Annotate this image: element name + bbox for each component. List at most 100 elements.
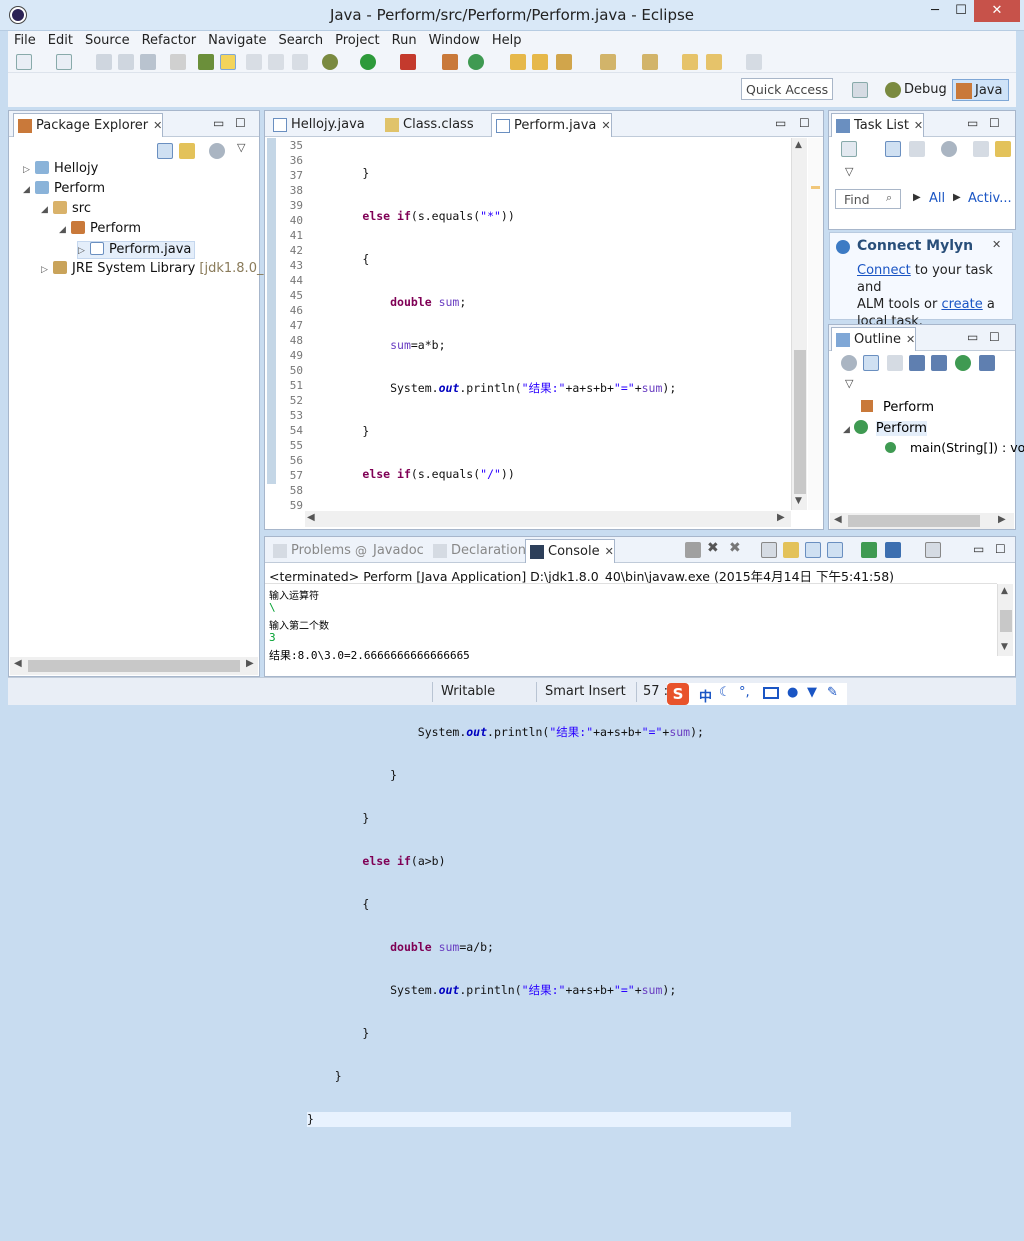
minimize-view-icon[interactable]: ▭	[775, 116, 786, 130]
next-annotation-icon[interactable]	[600, 54, 616, 70]
run-external-tools-icon[interactable]	[400, 54, 416, 70]
run-icon[interactable]	[360, 54, 376, 70]
block-selection-icon[interactable]	[268, 54, 284, 70]
tools-icon[interactable]: ✎	[827, 685, 838, 700]
tree-item-jre[interactable]: ▷ JRE System Library [jdk1.8.0_40	[41, 261, 280, 279]
skin-icon[interactable]: ▼	[807, 685, 817, 700]
tree-item-hellojy[interactable]: ▷ Hellojy	[23, 161, 98, 179]
close-icon[interactable]: ✕	[601, 119, 610, 132]
outline-item-package[interactable]: Perform	[861, 400, 934, 415]
outline-item-main[interactable]: main(String[]) : vo	[885, 440, 1024, 455]
scroll-down-icon[interactable]: ▼	[795, 496, 802, 506]
back-icon[interactable]	[706, 54, 722, 70]
java-perspective-button[interactable]: Java	[952, 79, 1010, 101]
scroll-left-icon[interactable]: ◀	[14, 658, 22, 669]
maximize-button[interactable]: ☐	[948, 0, 974, 22]
collapse-icon[interactable]: ◢	[843, 425, 850, 435]
tab-console[interactable]: Console ✕	[525, 539, 615, 563]
sort-icon[interactable]	[887, 355, 903, 371]
print-icon[interactable]	[140, 54, 156, 70]
scroll-left-icon[interactable]: ◀	[307, 512, 315, 523]
scrollbar-thumb[interactable]	[794, 350, 806, 494]
new-icon[interactable]	[16, 54, 32, 70]
minimize-button[interactable]: ─	[922, 0, 948, 22]
scroll-up-icon[interactable]: ▲	[1001, 586, 1008, 596]
close-icon[interactable]: ✕	[914, 119, 923, 132]
tab-javadoc[interactable]: @ Javadoc	[351, 539, 424, 563]
editor-horizontal-scrollbar[interactable]: ◀ ▶	[305, 511, 791, 527]
scroll-right-icon[interactable]: ▶	[998, 514, 1006, 525]
minimize-view-icon[interactable]: ▭	[967, 330, 978, 344]
tab-problems[interactable]: Problems	[269, 539, 351, 563]
tree-item-src[interactable]: ◢ src	[41, 201, 91, 219]
open-type-icon[interactable]	[510, 54, 526, 70]
editor-vertical-scrollbar[interactable]: ▲ ▼	[791, 138, 807, 510]
new-class-icon[interactable]	[468, 54, 484, 70]
scroll-lock-icon[interactable]	[783, 542, 799, 558]
task-find-input[interactable]: Find ⌕	[835, 189, 901, 209]
remove-launch-icon[interactable]: ✖	[707, 540, 719, 556]
hide-static-icon[interactable]	[931, 355, 947, 371]
view-menu-icon[interactable]: ▽	[845, 377, 853, 390]
remove-all-icon[interactable]: ✖	[729, 540, 741, 556]
scrollbar-thumb[interactable]	[1000, 610, 1012, 632]
categorized-icon[interactable]	[885, 141, 901, 157]
console-vertical-scrollbar[interactable]: ▲ ▼	[997, 584, 1013, 656]
scroll-left-icon[interactable]: ◀	[834, 514, 842, 525]
menu-navigate[interactable]: Navigate	[202, 31, 272, 48]
paragraph-icon[interactable]	[292, 54, 308, 70]
debug-perspective-button[interactable]: Debug	[882, 79, 953, 101]
maximize-view-icon[interactable]: ☐	[235, 116, 246, 130]
connect-link[interactable]: Connect	[857, 263, 911, 278]
link-with-editor-icon[interactable]	[179, 143, 195, 159]
save-all-icon[interactable]	[118, 54, 134, 70]
expand-icon[interactable]: ▷	[78, 246, 90, 256]
close-icon[interactable]: ✕	[906, 333, 915, 346]
previous-annotation-icon[interactable]	[642, 54, 658, 70]
tab-perform-java[interactable]: Perform.java ✕	[491, 113, 612, 137]
open-perspective-icon[interactable]	[852, 82, 868, 98]
menu-refactor[interactable]: Refactor	[136, 31, 203, 48]
focus-icon[interactable]	[209, 143, 225, 159]
console-output[interactable]: 输入运算符 \ 输入第二个数 3 结果:8.0\3.0=2.6666666666…	[269, 587, 470, 663]
user-icon[interactable]: ●	[787, 685, 798, 700]
show-on-stderr-icon[interactable]	[827, 542, 843, 558]
last-edit-location-icon[interactable]	[682, 54, 698, 70]
maximize-view-icon[interactable]: ☐	[799, 116, 810, 130]
collapse-all-icon[interactable]	[863, 355, 879, 371]
tab-task-list[interactable]: Task List ✕	[831, 113, 925, 137]
close-icon[interactable]: ✕	[605, 545, 614, 558]
search-icon[interactable]	[556, 54, 572, 70]
focus-icon[interactable]	[941, 141, 957, 157]
collapse-icon[interactable]: ◢	[23, 185, 35, 195]
new-java-project-icon[interactable]	[442, 54, 458, 70]
collapse-icon[interactable]: ◢	[59, 225, 71, 235]
forward-icon[interactable]	[746, 54, 762, 70]
focus-icon[interactable]	[841, 355, 857, 371]
new-task-icon[interactable]	[841, 141, 857, 157]
keyboard-icon[interactable]	[763, 687, 779, 699]
minimize-view-icon[interactable]: ▭	[973, 542, 984, 556]
scroll-up-icon[interactable]: ▲	[795, 140, 802, 150]
mark-occurrences-icon[interactable]	[220, 54, 236, 70]
save-icon[interactable]	[96, 54, 112, 70]
open-task-icon[interactable]	[532, 54, 548, 70]
expand-icon[interactable]: ▷	[41, 265, 53, 275]
maximize-view-icon[interactable]: ☐	[989, 330, 1000, 344]
close-button[interactable]: ✕	[974, 0, 1020, 22]
tree-item-perform-java[interactable]: ▷ Perform.java	[77, 241, 196, 259]
punctuation-icon[interactable]: °,	[739, 685, 750, 700]
outline-item-class[interactable]: ◢ Perform	[843, 420, 927, 436]
scheduled-icon[interactable]	[909, 141, 925, 157]
maximize-view-icon[interactable]: ☐	[989, 116, 1000, 130]
expand-icon[interactable]: ▷	[23, 165, 35, 175]
menu-project[interactable]: Project	[329, 31, 385, 48]
tab-class-class[interactable]: Class.class	[381, 113, 474, 137]
tree-item-perform-project[interactable]: ◢ Perform	[23, 181, 105, 199]
view-menu-icon[interactable]: ▽	[845, 165, 853, 178]
scroll-right-icon[interactable]: ▶	[777, 512, 785, 523]
active-link[interactable]: Activ...	[968, 191, 1012, 206]
collapse-all-icon[interactable]	[995, 141, 1011, 157]
outline-horizontal-scrollbar[interactable]: ◀ ▶	[830, 513, 1014, 529]
tab-outline[interactable]: Outline ✕	[831, 327, 917, 351]
